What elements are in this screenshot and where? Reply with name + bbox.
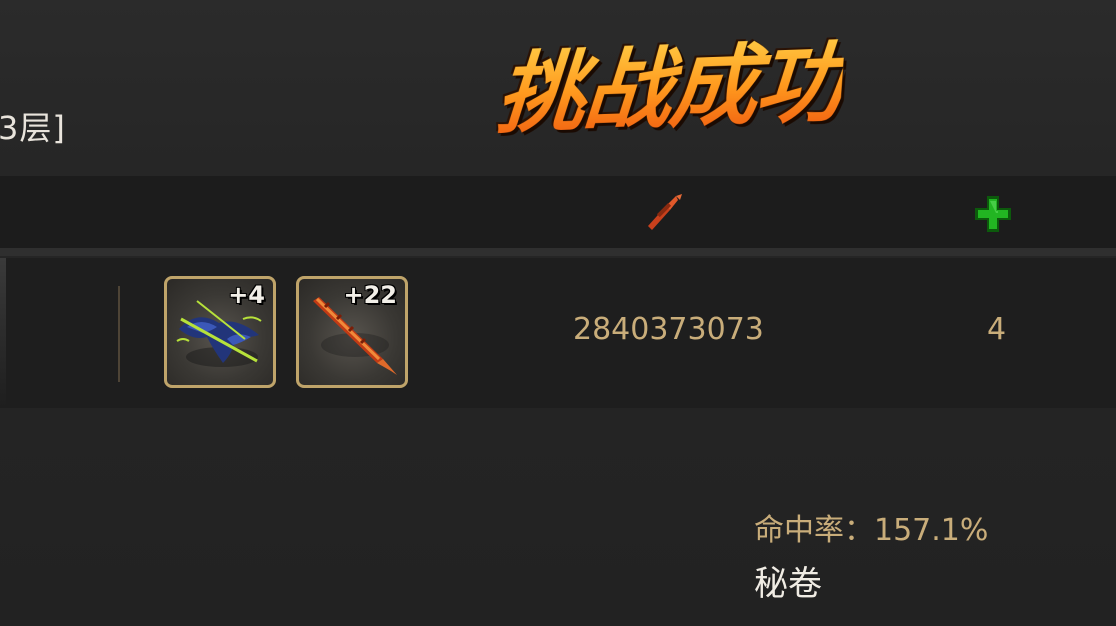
hit-rate-stat: 命中率：157.1% bbox=[754, 505, 988, 549]
item-level: +4 bbox=[228, 281, 265, 309]
challenge-success-banner: 挑战成功 bbox=[493, 12, 847, 151]
item-slot-spear[interactable]: +22 bbox=[296, 276, 408, 388]
plus-count-value: 4 bbox=[987, 312, 1007, 347]
challenge-result-screen: 3层] 挑战成功 +4 +22 2840373073 4 命中率：157.1% … bbox=[0, 0, 1116, 626]
hit-rate-label: 命中率： bbox=[754, 513, 874, 548]
item-slot-crossbow[interactable]: +4 bbox=[164, 276, 276, 388]
table-header bbox=[0, 176, 1116, 248]
floor-label: 3层] bbox=[0, 109, 66, 147]
hit-rate-value: 157.1% bbox=[874, 513, 989, 548]
header-divider bbox=[0, 248, 1116, 256]
row-edge-decoration bbox=[0, 258, 6, 408]
power-value: 2840373073 bbox=[573, 312, 764, 347]
row-divider bbox=[118, 286, 120, 382]
item-level: +22 bbox=[343, 281, 397, 309]
sword-icon bbox=[640, 192, 686, 232]
secret-scroll-label: 秘卷 bbox=[754, 564, 822, 604]
plus-icon bbox=[972, 193, 1014, 235]
